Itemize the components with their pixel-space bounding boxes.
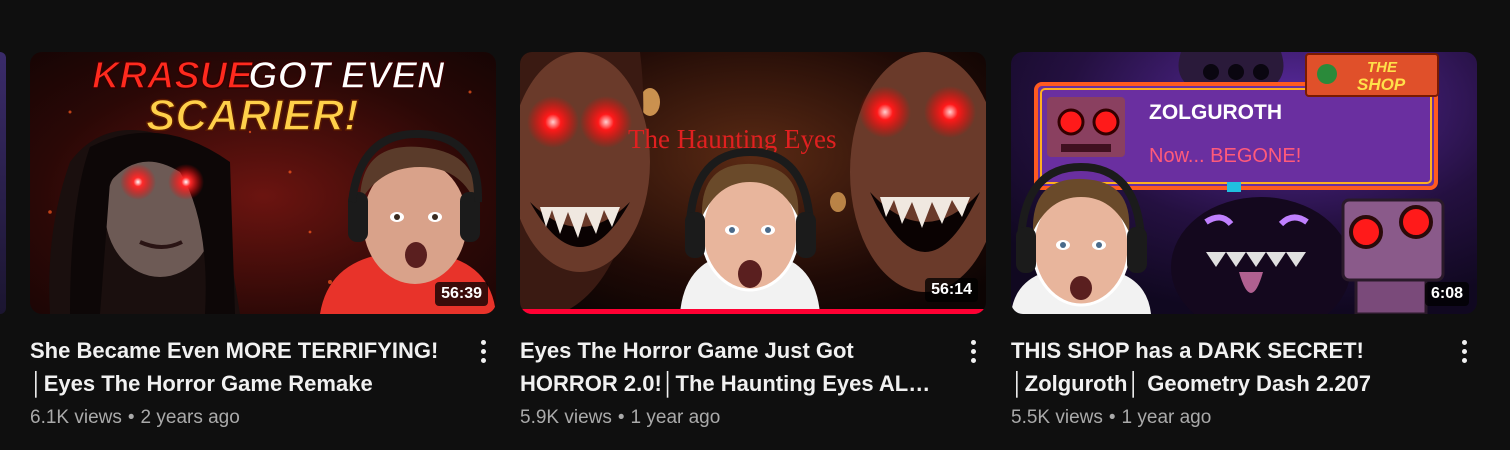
video-title-line-2[interactable]: │Zolguroth│ Geometry Dash 2.207 (1011, 367, 1433, 400)
duration-badge: 6:08 (1424, 282, 1469, 306)
view-count: 6.1K views (30, 407, 122, 428)
thumbnail-art: ZOLGUROTH Now... BEGONE! THE SHOP (1011, 52, 1477, 314)
video-stats: 5.5K views • 1 year ago (1011, 406, 1433, 430)
separator-dot: • (1108, 407, 1116, 428)
separator-dot: • (617, 407, 625, 428)
video-stats: 6.1K views • 2 years ago (30, 406, 452, 430)
video-title[interactable]: She Became Even MORE TERRIFYING! │Eyes T… (30, 334, 452, 400)
duration-badge: 56:39 (435, 282, 488, 306)
previous-video-edge[interactable] (0, 52, 6, 314)
video-details: She Became Even MORE TERRIFYING! │Eyes T… (30, 334, 496, 430)
view-count: 5.9K views (520, 407, 612, 428)
thumbnail-art: KRASUE GOT EVEN SCARIER! (30, 52, 496, 314)
more-vert-icon[interactable] (470, 336, 496, 366)
video-title-line-1[interactable]: Eyes The Horror Game Just Got (520, 334, 942, 367)
upload-age: 1 year ago (1121, 407, 1212, 428)
thumb-shop-2: SHOP (1357, 75, 1406, 94)
video-details: THIS SHOP has a DARK SECRET! │Zolguroth│… (1011, 334, 1477, 430)
video-card: KRASUE GOT EVEN SCARIER! 56:39 She Becam… (30, 52, 496, 430)
video-title-line-2[interactable]: HORROR 2.0!│The Haunting Eyes ALL ... (520, 367, 942, 400)
video-card: The Haunting Eyes 56:14 Eyes The Horror … (520, 52, 986, 430)
video-title-line-1[interactable]: THIS SHOP has a DARK SECRET! (1011, 334, 1433, 367)
video-card: ZOLGUROTH Now... BEGONE! THE SHOP 6:08 T… (1011, 52, 1477, 430)
separator-dot: • (127, 407, 135, 428)
more-vert-icon[interactable] (1451, 336, 1477, 366)
video-title-line-2[interactable]: │Eyes The Horror Game Remake (30, 367, 452, 400)
thumb-shop-1: THE (1367, 59, 1398, 76)
thumbnail-art: The Haunting Eyes (520, 52, 986, 314)
upload-age: 1 year ago (630, 407, 721, 428)
upload-age: 2 years ago (140, 407, 240, 428)
video-thumbnail[interactable]: ZOLGUROTH Now... BEGONE! THE SHOP 6:08 (1011, 52, 1477, 314)
video-thumbnail[interactable]: KRASUE GOT EVEN SCARIER! 56:39 (30, 52, 496, 314)
video-stats: 5.9K views • 1 year ago (520, 406, 942, 430)
more-vert-icon[interactable] (960, 336, 986, 366)
video-title[interactable]: Eyes The Horror Game Just Got HORROR 2.0… (520, 334, 942, 400)
view-count: 5.5K views (1011, 407, 1103, 428)
thumb-title: The Haunting Eyes (628, 124, 836, 154)
watch-progress-bar (520, 309, 986, 314)
thumb-dialogue: Now... BEGONE! (1149, 145, 1301, 167)
thumb-speaker: ZOLGUROTH (1149, 101, 1282, 124)
video-title-line-1[interactable]: She Became Even MORE TERRIFYING! (30, 334, 452, 367)
thumb-word-3: SCARIER! (146, 91, 359, 140)
video-thumbnail[interactable]: The Haunting Eyes 56:14 (520, 52, 986, 314)
duration-badge: 56:14 (925, 278, 978, 302)
video-title[interactable]: THIS SHOP has a DARK SECRET! │Zolguroth│… (1011, 334, 1433, 400)
video-details: Eyes The Horror Game Just Got HORROR 2.0… (520, 334, 986, 430)
